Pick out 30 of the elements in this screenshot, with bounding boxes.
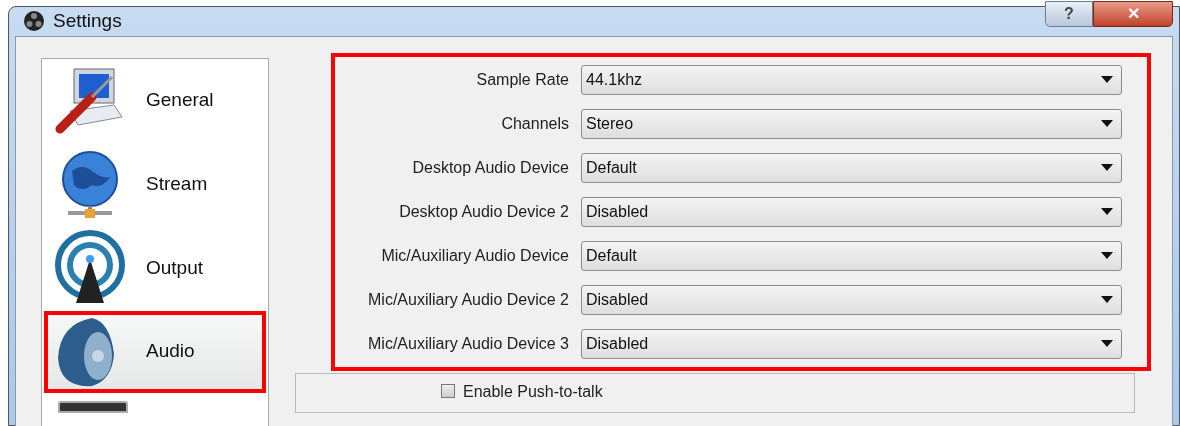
dropdown[interactable]: Stereo [581,108,1122,139]
sidebar-item[interactable]: Stream [44,142,266,227]
dropdown-arrow-icon [1101,296,1113,303]
field-label: Desktop Audio Device 2 [398,201,570,222]
field-label: Desktop Audio Device [411,157,570,178]
dropdown[interactable]: Default [581,152,1122,183]
dropdown-arrow-icon [1101,76,1113,83]
field-label: Mic/Auxiliary Audio Device 2 [367,289,570,310]
checkbox-label: Enable Push-to-talk [463,383,603,400]
sidebar-item[interactable]: Audio [44,310,266,393]
help-button[interactable]: ? [1045,1,1093,27]
dropdown-arrow-icon [1101,120,1113,127]
field-label: Sample Rate [475,69,570,90]
sidebar-item[interactable]: Output [44,226,266,311]
dropdown[interactable]: Default [581,240,1122,271]
field-label: Mic/Auxiliary Audio Device [380,245,570,266]
dropdown[interactable]: Disabled [581,328,1122,359]
field-label: Mic/Auxiliary Audio Device 3 [367,333,570,354]
checkbox[interactable] [441,383,455,398]
dropdown[interactable]: 44.1khz [581,64,1122,95]
dropdown-arrow-icon [1101,252,1113,259]
sidebar-item[interactable]: General [44,58,266,143]
dropdown[interactable]: Disabled [581,284,1122,315]
window-title: Settings [53,9,122,33]
dropdown-arrow-icon [1101,164,1113,171]
dropdown-arrow-icon [1101,208,1113,215]
field-label: Channels [500,113,570,134]
dropdown[interactable]: Disabled [581,196,1122,227]
app-logo-icon [23,10,45,33]
dropdown-arrow-icon [1101,340,1113,347]
